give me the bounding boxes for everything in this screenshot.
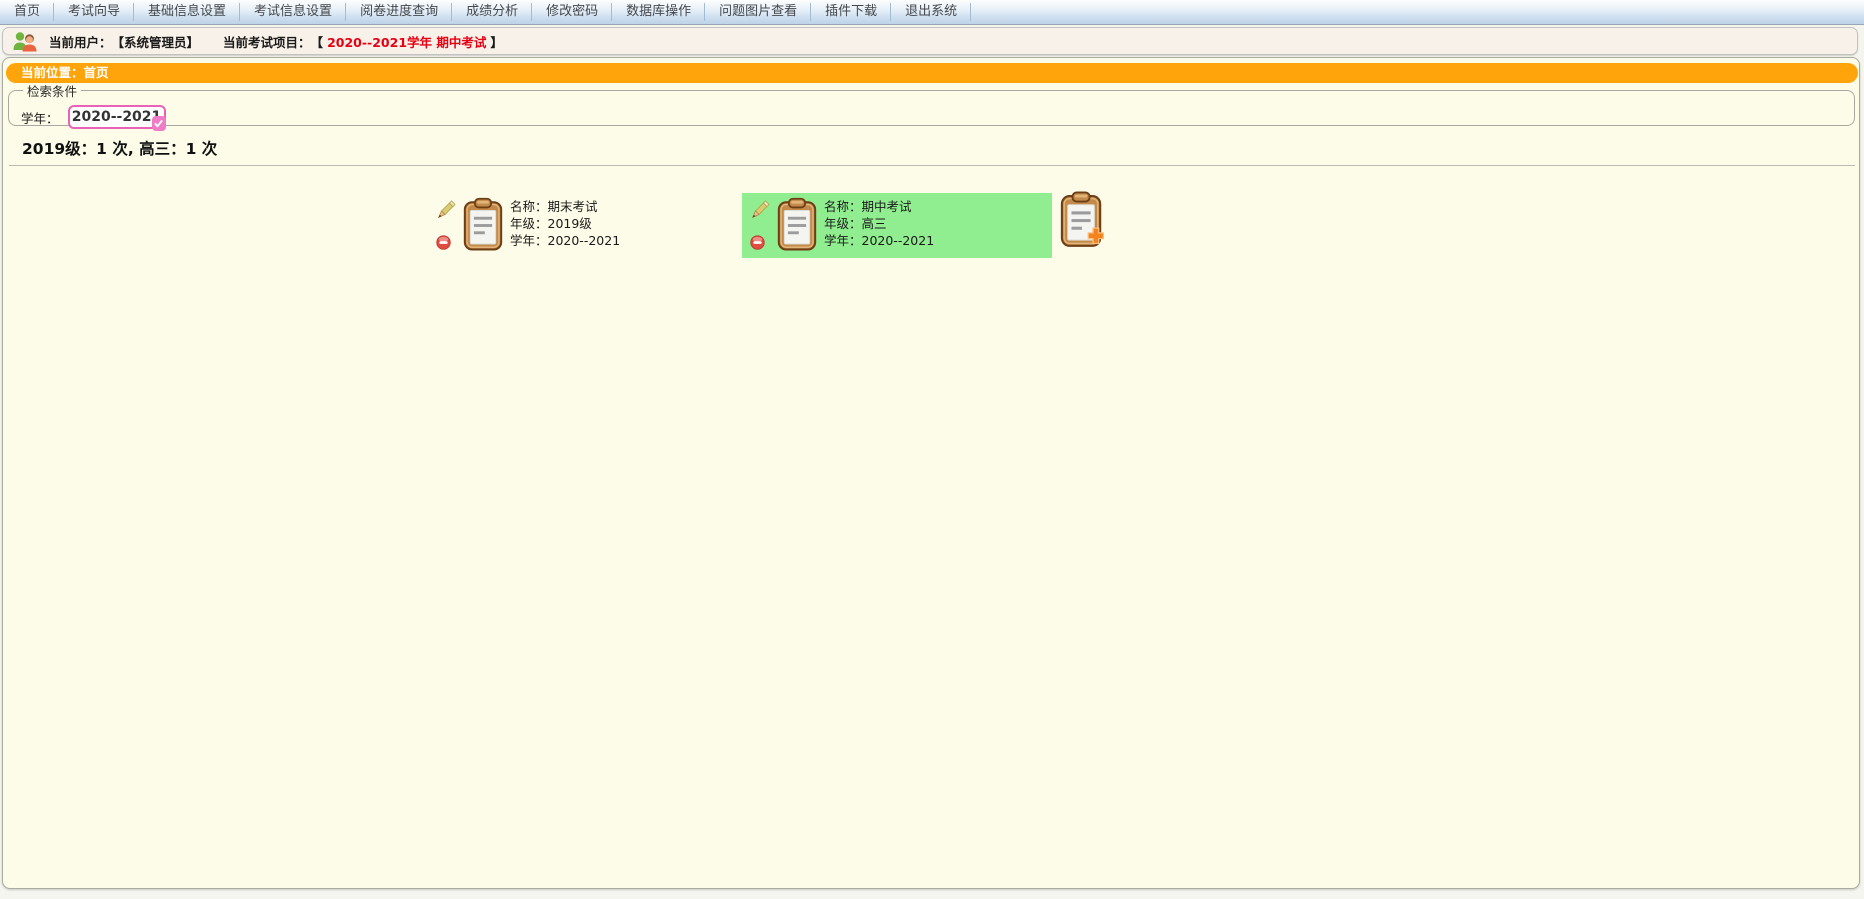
menu-item-home[interactable]: 首页 <box>0 0 54 24</box>
add-exam-button[interactable] <box>1060 191 1104 249</box>
exam-year-line: 学年：2020--2021 <box>510 232 620 249</box>
content-panel <box>2 57 1860 889</box>
school-year-label: 学年： <box>21 108 59 127</box>
search-criteria-legend: 检索条件 <box>23 81 81 100</box>
card-actions <box>436 196 461 253</box>
card-actions <box>750 196 775 253</box>
users-icon <box>12 30 38 52</box>
menu-item-score-analysis[interactable]: 成绩分析 <box>452 0 532 24</box>
school-year-select[interactable]: 2020--2021 <box>68 105 166 129</box>
current-user-label: 当前用户： <box>49 32 112 51</box>
menu-item-logout[interactable]: 退出系统 <box>891 0 971 24</box>
exam-grade-line: 年级：2019级 <box>510 215 620 232</box>
current-project-value: 2020--2021学年 期中考试 <box>327 32 486 51</box>
search-criteria-fieldset: 检索条件 学年： 2020--2021 <box>8 81 1855 126</box>
menu-item-database-operations[interactable]: 数据库操作 <box>612 0 705 24</box>
exam-card-final[interactable]: 名称：期末考试 年级：2019级 学年：2020--2021 <box>428 193 626 258</box>
menu-item-plugin-download[interactable]: 插件下载 <box>811 0 891 24</box>
page: 首页 考试向导 基础信息设置 考试信息设置 阅卷进度查询 成绩分析 修改密码 数… <box>0 0 1864 899</box>
clipboard-icon[interactable] <box>777 196 817 253</box>
menu-item-basic-info-settings[interactable]: 基础信息设置 <box>134 0 240 24</box>
check-arrow-icon[interactable] <box>152 116 166 131</box>
project-bracket-open: 【 <box>311 32 324 51</box>
breadcrumb-bar: 当前位置：首页 <box>6 63 1858 83</box>
delete-minus-icon[interactable] <box>436 235 451 250</box>
school-year-value: 2020--2021 <box>72 109 162 125</box>
exam-name-line: 名称：期中考试 <box>824 198 934 215</box>
divider <box>9 165 1855 166</box>
menu-item-change-password[interactable]: 修改密码 <box>532 0 612 24</box>
exam-year-line: 学年：2020--2021 <box>824 232 934 249</box>
current-user-value: 【系统管理员】 <box>112 32 200 51</box>
edit-pencil-icon[interactable] <box>750 198 772 220</box>
exam-name-line: 名称：期末考试 <box>510 198 620 215</box>
menu-item-exam-info-settings[interactable]: 考试信息设置 <box>240 0 346 24</box>
menu-item-marking-progress[interactable]: 阅卷进度查询 <box>346 0 452 24</box>
user-bar: 当前用户： 【系统管理员】 当前考试项目： 【 2020--2021学年 期中考… <box>2 27 1858 55</box>
clipboard-plus-icon <box>1060 191 1104 249</box>
main-menu: 首页 考试向导 基础信息设置 考试信息设置 阅卷进度查询 成绩分析 修改密码 数… <box>0 0 1864 25</box>
menu-item-exam-wizard[interactable]: 考试向导 <box>54 0 134 24</box>
search-row: 学年： 2020--2021 <box>21 104 1854 130</box>
clipboard-icon[interactable] <box>463 196 503 253</box>
exam-card-text: 名称：期中考试 年级：高三 学年：2020--2021 <box>824 196 934 250</box>
current-location-text: 当前位置：首页 <box>21 65 109 80</box>
exam-count-summary: 2019级：1 次, 高三：1 次 <box>22 137 217 159</box>
edit-pencil-icon[interactable] <box>436 198 458 220</box>
menu-item-problem-image-view[interactable]: 问题图片查看 <box>705 0 811 24</box>
exam-card-text: 名称：期末考试 年级：2019级 学年：2020--2021 <box>510 196 620 250</box>
current-project-label: 当前考试项目： <box>223 32 311 51</box>
delete-minus-icon[interactable] <box>750 235 765 250</box>
exam-grade-line: 年级：高三 <box>824 215 934 232</box>
exam-card-midterm-current[interactable]: 名称：期中考试 年级：高三 学年：2020--2021 <box>742 193 1052 258</box>
project-bracket-close: 】 <box>490 32 503 51</box>
